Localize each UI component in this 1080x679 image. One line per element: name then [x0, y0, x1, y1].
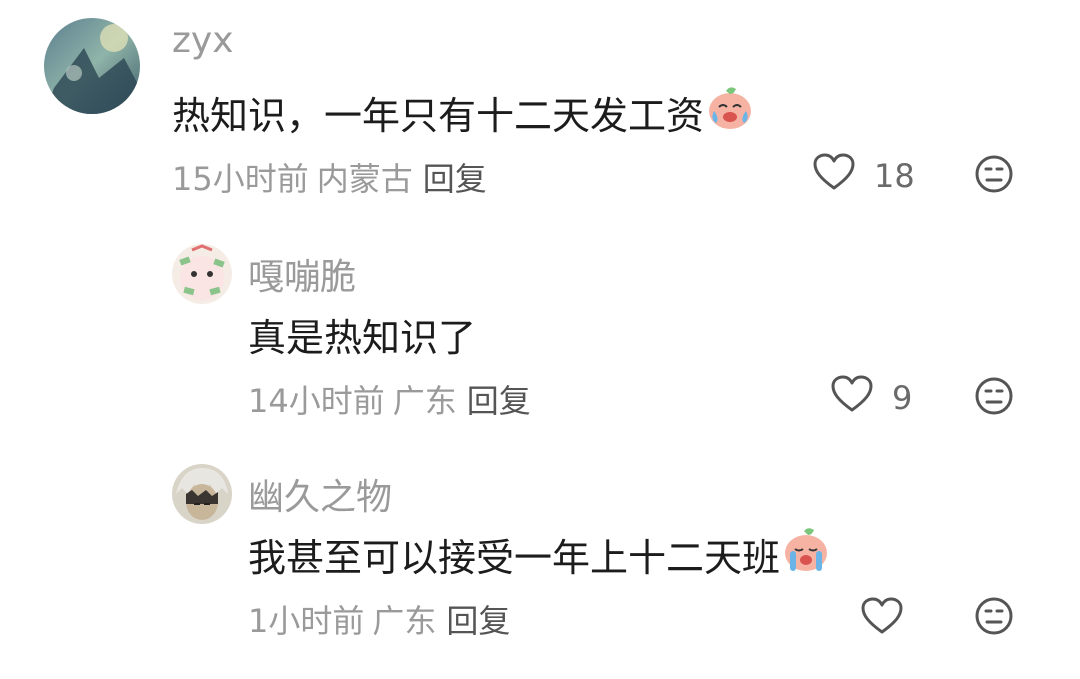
comment-location: 广东	[392, 382, 457, 420]
like-count: 9	[892, 379, 913, 417]
heart-outline-icon	[812, 152, 856, 200]
comment-meta: 15小时前 内蒙古 回复	[172, 154, 487, 200]
comment-location: 内蒙古	[316, 160, 413, 198]
meh-face-icon	[974, 155, 1014, 198]
like-button[interactable]: 18	[812, 152, 915, 200]
heart-outline-icon	[860, 596, 904, 644]
comment-time: 15小时前	[172, 160, 309, 198]
comment-time: 14小时前	[248, 382, 385, 420]
dislike-button[interactable]	[974, 376, 1014, 420]
comment-text-body: 真是热知识了	[248, 315, 477, 360]
sobbing-peach-emoji-icon	[782, 527, 830, 582]
comment-username[interactable]: 幽久之物	[248, 468, 392, 520]
like-button[interactable]: 9	[830, 374, 912, 422]
comment-text: 热知识，一年只有十二天发工资	[172, 86, 754, 138]
like-button[interactable]	[860, 596, 922, 644]
comment-username[interactable]: 嘎嘣脆	[248, 248, 356, 300]
comment-item: zyx 热知识，一年只有十二天发工资 15小时前 内蒙古 回复 18	[0, 0, 1080, 210]
reply-button[interactable]: 回复	[423, 160, 487, 198]
comment-location: 广东	[372, 602, 437, 640]
heart-outline-icon	[830, 374, 874, 422]
comment-time: 1小时前	[248, 602, 365, 640]
comment-meta: 14小时前 广东 回复	[248, 376, 531, 422]
reply-button[interactable]: 回复	[446, 602, 510, 640]
meh-face-icon	[974, 377, 1014, 420]
crying-laughing-peach-emoji-icon	[706, 85, 754, 140]
comment-text: 真是热知识了	[248, 308, 476, 360]
avatar[interactable]	[172, 464, 232, 524]
comment-text: 我甚至可以接受一年上十二天班	[248, 527, 830, 582]
comment-username[interactable]: zyx	[172, 20, 234, 61]
avatar[interactable]	[172, 244, 232, 304]
comment-text-body: 我甚至可以接受一年上十二天班	[248, 535, 781, 580]
reply-comment-item: 幽久之物 我甚至可以接受一年上十二天班 1小时前 广东 回复	[0, 450, 1080, 679]
comment-meta: 1小时前 广东 回复	[248, 596, 510, 642]
dislike-button[interactable]	[974, 596, 1014, 640]
meh-face-icon	[974, 597, 1014, 640]
comment-text-body: 热知识，一年只有十二天发工资	[172, 93, 705, 138]
avatar[interactable]	[44, 18, 140, 114]
reply-button[interactable]: 回复	[467, 382, 531, 420]
like-count: 18	[874, 157, 915, 195]
reply-comment-item: 嘎嘣脆 真是热知识了 14小时前 广东 回复 9	[0, 230, 1080, 440]
dislike-button[interactable]	[974, 154, 1014, 198]
